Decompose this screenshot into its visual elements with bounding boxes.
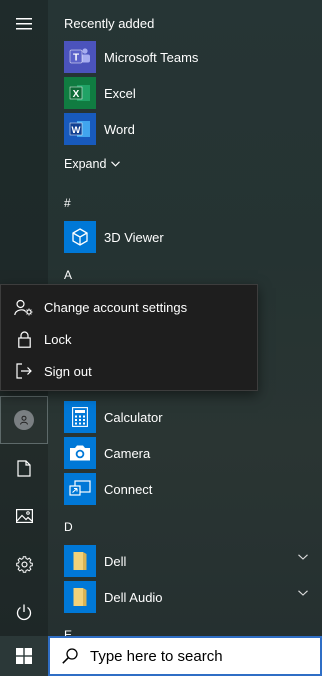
start-menu: Recently added T Microsoft Teams X Excel [0,0,322,636]
hamburger-icon [16,18,32,30]
letter-header-a[interactable]: A [64,268,72,282]
settings-button[interactable] [0,540,48,588]
start-button[interactable] [0,636,48,676]
app-label: Dell Audio [104,589,163,605]
app-calculator[interactable]: Calculator [64,401,314,433]
windows-logo-icon [16,648,32,664]
svg-text:T: T [73,53,79,64]
letter-header-e[interactable]: E [64,628,72,636]
app-folder-dell[interactable]: Dell [64,545,314,577]
app-connect[interactable]: Connect [64,473,314,505]
picture-icon [15,509,33,523]
account-flyout: Change account settings Lock Sign out [0,284,258,391]
app-label: Word [104,121,135,137]
app-label: Camera [104,445,151,461]
folder-icon [64,545,96,577]
expand-button[interactable]: Expand [64,157,121,171]
svg-text:W: W [72,125,81,136]
recently-added-header: Recently added [64,16,155,31]
chevron-down-icon [111,161,121,167]
search-box[interactable]: Type here to search [48,636,322,676]
app-label: 3D Viewer [104,229,164,245]
change-account-settings-item[interactable]: Change account settings [1,291,257,323]
letter-header-d[interactable]: D [64,520,73,534]
document-icon [17,459,31,477]
sign-out-item[interactable]: Sign out [1,355,257,387]
app-excel[interactable]: X Excel [64,77,314,109]
app-label: Dell [104,553,127,569]
connect-icon [64,473,96,505]
app-label: Microsoft Teams [104,49,199,65]
cube-icon [64,221,96,253]
folder-icon [64,581,96,613]
svg-text:X: X [73,89,80,100]
search-placeholder: Type here to search [90,647,223,665]
app-label: Connect [104,481,153,497]
app-label: Calculator [104,409,163,425]
sign-out-label: Sign out [44,363,92,379]
app-label: Excel [104,85,136,101]
word-icon: W [64,113,96,145]
calculator-icon [64,401,96,433]
documents-button[interactable] [0,444,48,492]
sign-out-icon [13,363,35,379]
chevron-down-icon [298,554,308,560]
user-settings-icon [13,299,35,316]
pictures-button[interactable] [0,492,48,540]
lock-icon [13,330,35,348]
taskbar: Type here to search [0,636,322,676]
app-camera[interactable]: Camera [64,437,314,469]
gear-icon [15,555,33,573]
lock-item[interactable]: Lock [1,323,257,355]
chevron-down-icon [298,590,308,596]
change-account-settings-label: Change account settings [44,299,188,315]
lock-label: Lock [44,331,72,347]
excel-icon: X [64,77,96,109]
power-icon [16,604,32,620]
avatar [14,410,34,430]
app-microsoft-teams[interactable]: T Microsoft Teams [64,41,314,73]
camera-icon [64,437,96,469]
user-icon [20,415,28,425]
search-icon [62,648,78,664]
user-account-button[interactable] [0,396,48,444]
app-word[interactable]: W Word [64,113,314,145]
hamburger-menu-button[interactable] [0,0,48,48]
app-folder-dell-audio[interactable]: Dell Audio [64,581,314,613]
power-button[interactable] [0,588,48,636]
app-3d-viewer[interactable]: 3D Viewer [64,221,314,253]
expand-label: Expand [64,157,107,171]
letter-header-hash[interactable]: # [64,196,71,210]
teams-icon: T [64,41,96,73]
